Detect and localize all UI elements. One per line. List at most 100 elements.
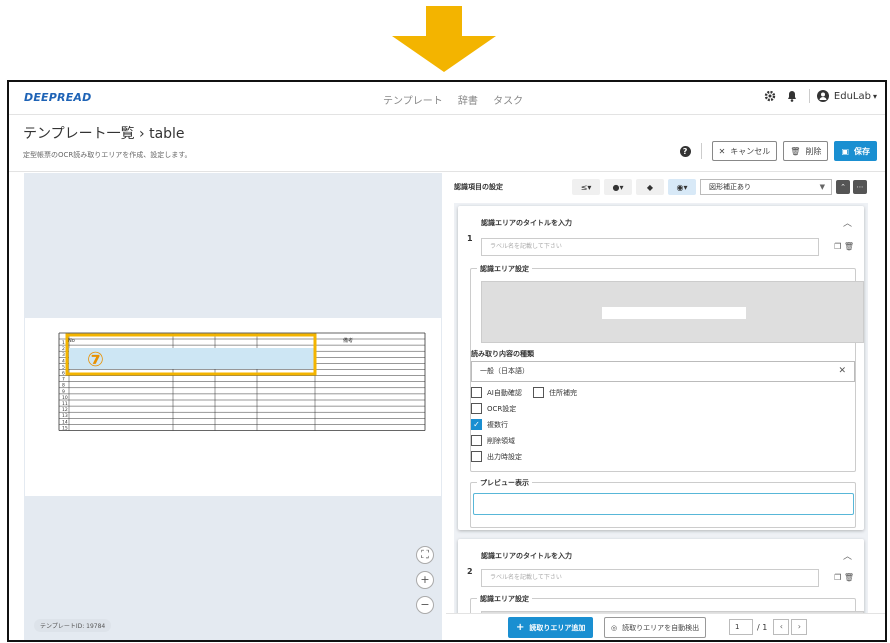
label-input[interactable]: ラベル名を記載して下さい: [481, 569, 819, 587]
chevron-down-icon[interactable]: ▾: [873, 92, 877, 101]
row-number: 1: [62, 340, 65, 346]
checkbox-label: 複数行: [487, 420, 508, 429]
row-number: 4: [62, 358, 65, 364]
area-card-1: 認識エリアのタイトルを入力 ︿ 1 ラベル名を記載して下さい ❐ 🗑 認識エリア…: [458, 206, 864, 530]
save-icon: ▣: [841, 146, 849, 156]
view-tool[interactable]: ◉ ▾: [668, 179, 696, 195]
main-nav: テンプレート 辞書 タスク: [383, 92, 535, 107]
bell-icon[interactable]: [785, 89, 799, 103]
nav-tasks[interactable]: タスク: [493, 96, 523, 107]
panel-header: 認識項目の設定: [454, 183, 503, 191]
preview-field[interactable]: [473, 493, 854, 515]
app-logo[interactable]: DEEPREAD: [24, 91, 91, 104]
page-header: テンプレート一覧 › table 定型帳票のOCR読み取りエリアを作成、設定しま…: [9, 115, 885, 172]
checkbox-address[interactable]: 住所補完: [533, 387, 577, 398]
fullscreen-icon[interactable]: ⛶: [416, 546, 434, 564]
nav-dictionary[interactable]: 辞書: [458, 96, 478, 107]
row-number: 7: [62, 377, 65, 383]
row-number: 2: [62, 346, 65, 352]
correction-select[interactable]: 図形補正あり ▼: [700, 179, 832, 195]
auto-detect-button[interactable]: ◎ 読取りエリアを自動検出: [604, 617, 707, 638]
group-label: プレビュー表示: [477, 478, 532, 488]
template-id-badge: テンプレートID: 19784: [34, 619, 112, 632]
nav-templates[interactable]: テンプレート: [383, 96, 443, 107]
checkbox-label: 出力時設定: [487, 452, 522, 461]
row-number: 14: [62, 419, 68, 425]
gear-icon[interactable]: [763, 89, 777, 103]
preview-group: プレビュー表示: [470, 478, 856, 528]
close-icon: ✕: [718, 146, 726, 156]
row-number: 11: [62, 401, 68, 407]
chevron-up-icon[interactable]: ︿: [843, 216, 852, 229]
chevron-up-icon[interactable]: ︿: [843, 549, 852, 562]
group-label: 認識エリア設定: [477, 594, 532, 604]
save-label: 保存: [854, 146, 870, 156]
checkbox-ai-check[interactable]: AI自動確認: [471, 387, 522, 398]
next-page-icon[interactable]: ›: [791, 619, 808, 635]
col-header-note: 備考: [343, 337, 353, 344]
template-canvas[interactable]: No 備考 ⑦ 1 2 3 4 5 6 7 8 9 10 11 12 13 14 15 ⛶ + − テンプレ…: [24, 173, 442, 640]
row-number: 9: [62, 389, 65, 395]
add-area-label: 読取りエリア追加: [529, 623, 586, 632]
delete-label: 削除: [805, 146, 822, 156]
clear-icon[interactable]: ✕: [838, 362, 846, 381]
read-type-label: 読み取り内容の種類: [471, 350, 534, 358]
filter-icon: ≤: [580, 182, 588, 192]
row-number: 13: [62, 413, 68, 419]
correction-value: 図形補正あり: [709, 183, 751, 191]
user-avatar-icon: [816, 90, 829, 102]
user-menu[interactable]: EduLab: [834, 91, 871, 102]
zoom-out-icon[interactable]: −: [416, 596, 434, 614]
area-settings-group: 認識エリア設定 読み取り内容の種類 一般（日本語） ✕ AI自動確認 住所補完 O…: [470, 264, 864, 472]
eraser-tool[interactable]: ◆: [636, 179, 664, 195]
eraser-icon: ◆: [646, 182, 654, 192]
cancel-label: キャンセル: [730, 146, 771, 156]
area-card-2: 認識エリアのタイトルを入力 ︿ 2 ラベル名を記載して下さい ❐ 🗑 認識エリア…: [458, 539, 864, 613]
chevron-down-icon: ▼: [819, 183, 825, 191]
auto-detect-label: 読取りエリアを自動検出: [622, 623, 700, 632]
panel-toolbar: 認識項目の設定 ≤ ▾ ● ▾ ◆ ◉ ▾ 図形補正あり ▼ ⌃ ⋯: [446, 173, 885, 201]
selection-area[interactable]: [69, 348, 315, 369]
add-area-button[interactable]: + 読取りエリア追加: [508, 617, 594, 638]
col-header-no: No: [68, 338, 75, 344]
trash-icon[interactable]: 🗑: [844, 573, 854, 582]
card-title[interactable]: 認識エリアのタイトルを入力: [481, 218, 572, 228]
area-settings-group: 認識エリア設定: [470, 594, 864, 613]
card-title[interactable]: 認識エリアのタイトルを入力: [481, 551, 572, 561]
zoom-in-icon[interactable]: +: [416, 571, 434, 589]
save-button[interactable]: ▣ 保存: [834, 141, 877, 161]
collapse-all-icon[interactable]: ⌃: [836, 180, 850, 194]
step-marker: ⑦: [87, 347, 104, 371]
label-input[interactable]: ラベル名を記載して下さい: [481, 238, 819, 256]
ink-tool[interactable]: ● ▾: [604, 179, 632, 195]
row-number: 8: [62, 383, 65, 389]
checkbox-delete-area[interactable]: 削除領域: [471, 435, 515, 446]
read-type-select[interactable]: 一般（日本語） ✕: [471, 361, 855, 382]
delete-button[interactable]: 🗑 削除: [783, 141, 829, 161]
card-number: 1: [467, 234, 473, 243]
row-number: 6: [62, 371, 65, 377]
checkbox-icon: [471, 387, 482, 398]
help-icon[interactable]: ?: [679, 145, 691, 157]
prev-page-icon[interactable]: ‹: [773, 619, 790, 635]
filter-tool[interactable]: ≤ ▾: [572, 179, 600, 195]
cancel-button[interactable]: ✕ キャンセル: [711, 141, 778, 161]
divider: [700, 143, 702, 159]
checkbox-multiline[interactable]: ✓ 複数行: [471, 419, 508, 430]
checkbox-ocr[interactable]: OCR設定: [471, 403, 516, 414]
divider: [808, 89, 810, 103]
group-label: 認識エリア設定: [477, 264, 532, 274]
card-list: 認識エリアのタイトルを入力 ︿ 1 ラベル名を記載して下さい ❐ 🗑 認識エリア…: [454, 203, 868, 613]
checkbox-output[interactable]: 出力時設定: [471, 451, 522, 462]
row-number: 5: [62, 364, 65, 370]
more-icon[interactable]: ⋯: [853, 180, 867, 194]
trash-icon[interactable]: 🗑: [844, 242, 854, 251]
page-input[interactable]: 1: [729, 619, 753, 635]
page-title: テンプレート一覧 › table: [23, 126, 185, 142]
copy-icon[interactable]: ❐: [834, 573, 841, 582]
checkbox-label: 削除領域: [487, 436, 515, 445]
preview-blank: [602, 307, 746, 319]
target-icon: ◎: [611, 623, 618, 632]
copy-icon[interactable]: ❐: [834, 242, 841, 251]
top-right-controls: EduLab ▾: [755, 89, 877, 103]
